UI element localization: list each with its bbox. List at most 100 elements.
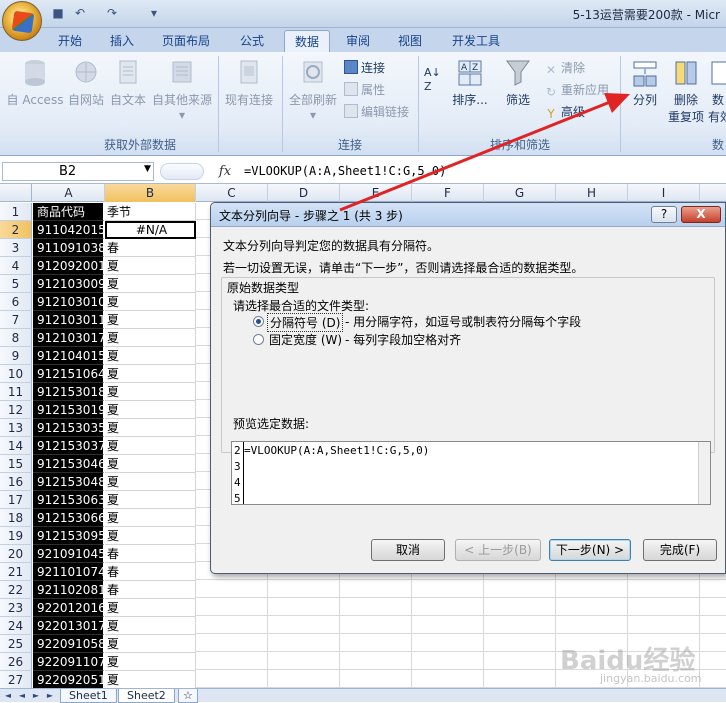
from-text-button[interactable]: 自文本 [108,58,148,108]
column-header-f[interactable]: F [412,184,484,202]
cell-season[interactable]: 夏 [105,347,196,365]
row-header[interactable]: 1 [0,203,32,221]
column-header-d[interactable]: D [268,184,340,202]
next-sheet-icon[interactable]: ► [30,689,42,703]
cell-season[interactable]: 夏 [105,419,196,437]
tab-view[interactable]: 视图 [388,30,432,52]
row-header[interactable]: 20 [0,545,32,563]
cell-product-code[interactable]: 912153018 [33,383,106,401]
column-header-c[interactable]: C [196,184,268,202]
preview-scrollbar[interactable] [698,442,710,504]
cell-season[interactable]: 夏 [105,671,196,689]
row-header[interactable]: 22 [0,581,32,599]
cell-season[interactable]: 夏 [105,527,196,545]
cell-product-code[interactable]: 912153037 [33,437,106,455]
cell-season[interactable]: 夏 [105,257,196,275]
formula-bar-splitter[interactable] [160,163,204,180]
cell-product-code[interactable]: 921101074 [33,563,106,581]
row-header[interactable]: 24 [0,617,32,635]
cell-product-code[interactable]: 911042015 [33,221,106,239]
tab-data[interactable]: 数据 [284,30,331,52]
cancel-button[interactable]: 取消 [371,539,445,561]
cell-season[interactable]: 夏 [105,401,196,419]
cell-season[interactable]: 春 [105,239,196,257]
row-header[interactable]: 12 [0,401,32,419]
data-preview-box[interactable]: 2 =VLOOKUP(A:A,Sheet1!C:G,5,0) 3 4 5 [231,441,711,505]
last-sheet-icon[interactable]: ► [44,689,56,703]
select-all-corner[interactable] [0,184,32,202]
tab-home[interactable]: 开始 [48,30,92,52]
row-header[interactable]: 11 [0,383,32,401]
fixed-width-radio[interactable] [253,334,264,345]
cell-season[interactable]: 季节 [105,203,196,221]
first-sheet-icon[interactable]: ◄ [2,689,14,703]
customize-qat-icon[interactable]: ▾ [146,5,162,21]
filter-button[interactable]: 筛选 [498,58,538,108]
cell-product-code[interactable]: 921091045 [33,545,106,563]
tab-review[interactable]: 审阅 [336,30,380,52]
cell-product-code[interactable]: 912153046 [33,455,106,473]
cell-product-code[interactable]: 922013017 [33,617,106,635]
prev-sheet-icon[interactable]: ◄ [16,689,28,703]
cell-season[interactable]: 夏 [105,293,196,311]
sort-button[interactable]: AZ 排序... [446,58,494,108]
active-cell-b2[interactable]: #N/A [105,221,196,239]
column-header-b[interactable]: B [105,184,196,202]
help-button[interactable]: ? [651,206,677,223]
cell-season[interactable]: 夏 [105,275,196,293]
cell-product-code[interactable]: 921102081 [33,581,106,599]
cell-season[interactable]: 夏 [105,311,196,329]
cell-product-code[interactable]: 911091038 [33,239,106,257]
row-header[interactable]: 3 [0,239,32,257]
finish-button[interactable]: 完成(F) [643,539,717,561]
cell-season[interactable]: 夏 [105,617,196,635]
row-header[interactable]: 5 [0,275,32,293]
row-header[interactable]: 16 [0,473,32,491]
cell-product-code[interactable]: 912104015 [33,347,106,365]
row-header[interactable]: 2 [0,221,32,239]
column-header-e[interactable]: E [340,184,412,202]
cell-product-code[interactable]: 912151064 [33,365,106,383]
row-header[interactable]: 4 [0,257,32,275]
row-header[interactable]: 18 [0,509,32,527]
cell-product-code[interactable]: 912153019 [33,401,106,419]
name-box[interactable]: B2 [2,162,154,181]
cell-product-code[interactable]: 922092051 [33,671,106,689]
cell-product-code[interactable]: 922091107 [33,653,106,671]
row-header[interactable]: 21 [0,563,32,581]
column-header-h[interactable]: H [556,184,628,202]
cell-season[interactable]: 夏 [105,365,196,383]
from-web-button[interactable]: 自网站 [66,58,106,108]
from-access-button[interactable]: 自 Access [6,58,64,108]
insert-sheet-icon[interactable]: ☆ [178,689,198,703]
cell-season[interactable]: 春 [105,563,196,581]
reapply-button[interactable]: ↻ 重新应用 [544,80,609,100]
row-header[interactable]: 10 [0,365,32,383]
previous-step-button[interactable]: < 上一步(B) [455,539,541,561]
remove-duplicates-button[interactable]: 删除 重复项 [666,58,706,125]
save-icon[interactable]: ■ [50,5,66,21]
cell-product-code[interactable]: 912153066 [33,509,106,527]
row-header[interactable]: 8 [0,329,32,347]
tab-insert[interactable]: 插入 [100,30,144,52]
row-header[interactable]: 15 [0,455,32,473]
cell-season[interactable]: 夏 [105,599,196,617]
connections-button[interactable]: 连接 [344,58,385,78]
cell-season[interactable]: 夏 [105,455,196,473]
cell-product-code[interactable]: 912103010 [33,293,106,311]
row-header[interactable]: 13 [0,419,32,437]
cell-product-code[interactable]: 912153035 [33,419,106,437]
tab-developer[interactable]: 开发工具 [442,30,510,52]
sheet-tab-sheet2[interactable]: Sheet2 [118,689,175,703]
cell-season[interactable]: 夏 [105,437,196,455]
fixed-width-label[interactable]: 固定宽度 (W) [269,331,342,348]
row-header[interactable]: 26 [0,653,32,671]
name-box-dropdown-icon[interactable]: ▼ [144,164,151,174]
tab-page-layout[interactable]: 页面布局 [152,30,220,52]
column-header-g[interactable]: G [484,184,556,202]
row-header[interactable]: 7 [0,311,32,329]
cell-product-code[interactable]: 912092001 [33,257,106,275]
redo-icon[interactable]: ↷ [104,5,120,21]
cell-season[interactable]: 夏 [105,383,196,401]
office-button[interactable] [2,1,42,41]
